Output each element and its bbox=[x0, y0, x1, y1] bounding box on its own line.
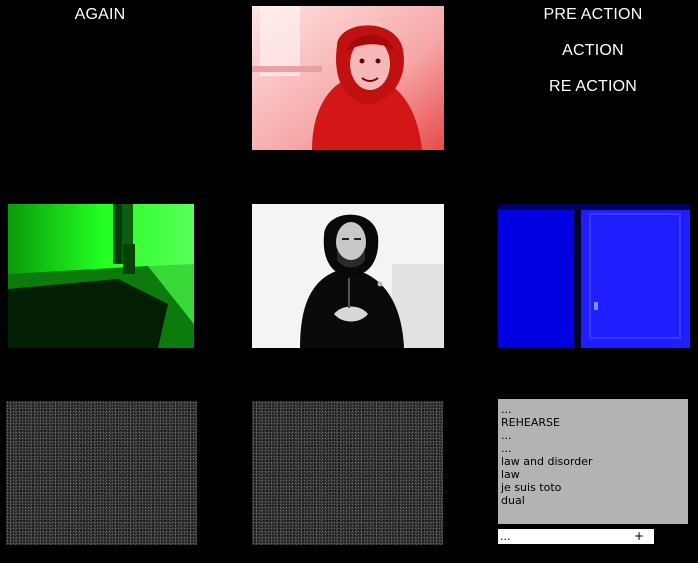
child-photo bbox=[252, 6, 444, 150]
log-line: law bbox=[501, 468, 520, 481]
re-action-link[interactable]: RE ACTION bbox=[542, 78, 644, 96]
room-photo bbox=[8, 204, 194, 348]
blue-photo-tile[interactable] bbox=[498, 204, 690, 348]
log-line: je suis toto bbox=[501, 481, 562, 494]
command-input[interactable] bbox=[498, 529, 626, 544]
command-bar: + bbox=[498, 529, 654, 544]
static-noise-tile-1[interactable] bbox=[6, 401, 197, 545]
log-line: REHEARSE bbox=[501, 416, 560, 429]
log-box: ... REHEARSE ... ... law and disorder la… bbox=[498, 399, 688, 524]
again-link[interactable]: AGAIN bbox=[72, 6, 128, 24]
log-line: ... bbox=[501, 442, 512, 455]
static-noise-tile-2[interactable] bbox=[252, 401, 443, 545]
action-link[interactable]: ACTION bbox=[557, 42, 629, 60]
bw-photo-tile[interactable] bbox=[252, 204, 444, 348]
log-line: ... bbox=[501, 429, 512, 442]
pre-action-link[interactable]: PRE ACTION bbox=[537, 6, 649, 24]
log-line: ... bbox=[501, 403, 512, 416]
green-photo-tile[interactable] bbox=[8, 204, 194, 348]
red-photo-tile[interactable] bbox=[252, 6, 444, 150]
add-button[interactable]: + bbox=[628, 529, 650, 544]
door-photo bbox=[498, 204, 690, 348]
log-line: law and disorder bbox=[501, 455, 593, 468]
log-line: dual bbox=[501, 494, 525, 507]
hooded-man-photo bbox=[252, 204, 444, 348]
